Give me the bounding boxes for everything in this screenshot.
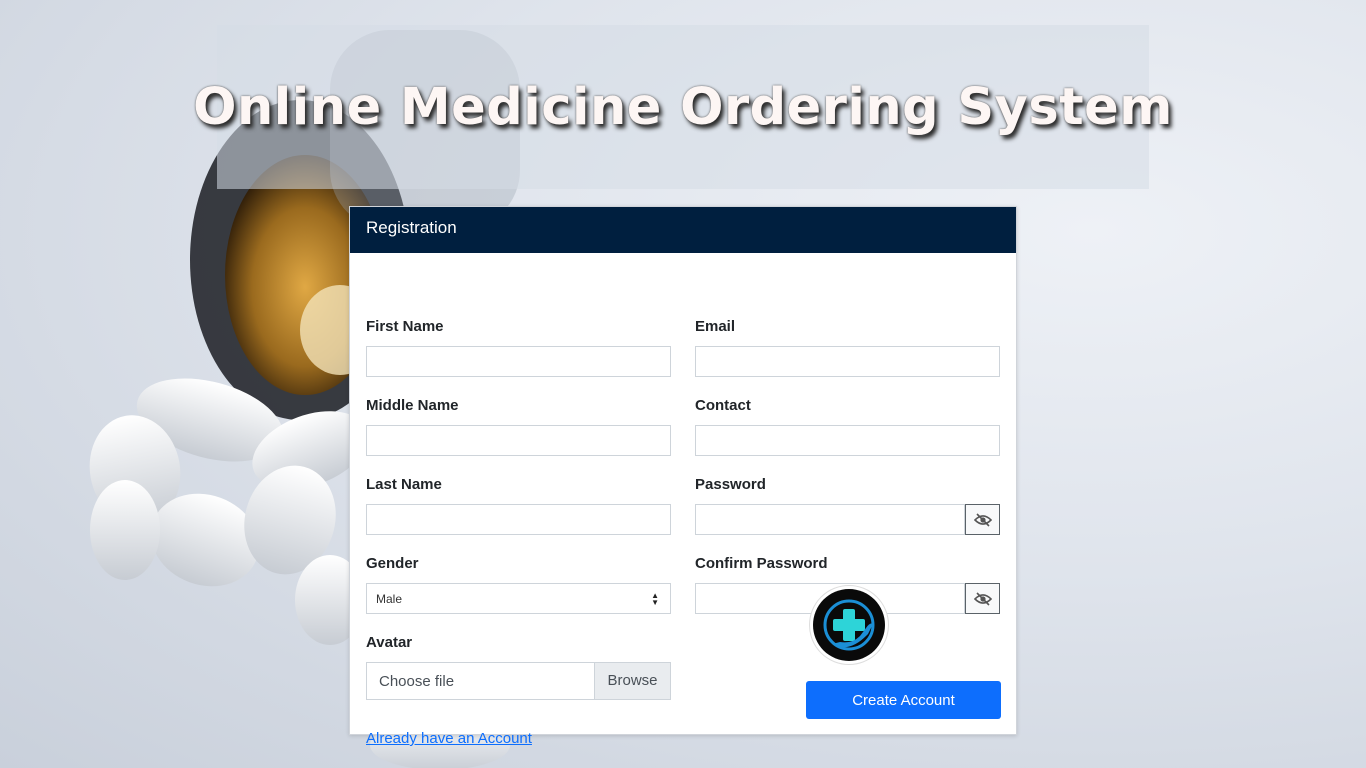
avatar-file-input[interactable]: Choose file Browse bbox=[366, 662, 671, 700]
middle-name-input[interactable] bbox=[366, 425, 671, 456]
app-logo bbox=[809, 585, 889, 665]
create-account-button[interactable]: Create Account bbox=[806, 681, 1001, 719]
email-input[interactable] bbox=[695, 346, 1000, 377]
eye-slash-icon bbox=[973, 512, 992, 527]
contact-label: Contact bbox=[695, 397, 751, 414]
login-link[interactable]: Already have an Account bbox=[366, 730, 532, 747]
email-label: Email bbox=[695, 318, 736, 335]
confirm-password-label: Confirm Password bbox=[695, 555, 828, 572]
first-name-input[interactable] bbox=[366, 346, 671, 377]
avatar-label: Avatar bbox=[366, 634, 413, 651]
first-name-label: First Name bbox=[366, 318, 444, 335]
card-header: Registration bbox=[350, 207, 1016, 253]
title-banner: Online Medicine Ordering System bbox=[193, 25, 1172, 189]
file-input-placeholder: Choose file bbox=[379, 673, 455, 690]
confirm-password-toggle-button[interactable] bbox=[965, 583, 1000, 614]
page-title: Online Medicine Ordering System bbox=[193, 77, 1173, 137]
password-label: Password bbox=[695, 476, 766, 493]
browse-button[interactable]: Browse bbox=[594, 663, 670, 699]
gender-select-value: Male bbox=[376, 592, 403, 606]
last-name-label: Last Name bbox=[366, 476, 442, 493]
contact-input[interactable] bbox=[695, 425, 1000, 456]
gender-label: Gender bbox=[366, 555, 419, 572]
medical-cross-hand-icon bbox=[813, 589, 885, 661]
password-input[interactable] bbox=[695, 504, 965, 535]
select-caret-icon: ▲ ▼ bbox=[651, 591, 659, 607]
eye-slash-icon bbox=[973, 591, 992, 606]
registration-card: Registration First Name Middle Name Last… bbox=[349, 206, 1017, 747]
middle-name-label: Middle Name bbox=[366, 397, 459, 414]
password-toggle-button[interactable] bbox=[965, 504, 1000, 535]
gender-select[interactable]: Male ▲ ▼ bbox=[366, 583, 671, 614]
last-name-input[interactable] bbox=[366, 504, 671, 535]
